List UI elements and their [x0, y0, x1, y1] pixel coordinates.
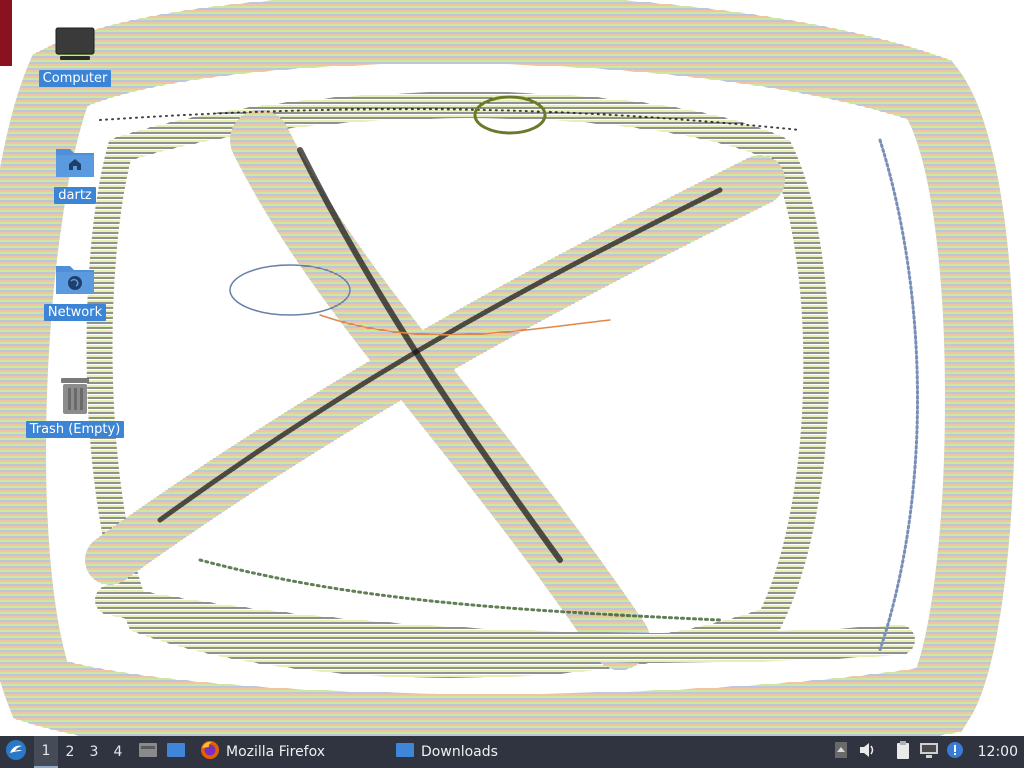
lubuntu-logo-icon	[5, 739, 27, 765]
show-desktop-icon	[138, 741, 158, 763]
desktop-icon-label: Network	[43, 304, 107, 321]
trash-icon	[51, 371, 99, 419]
network-button[interactable]	[916, 736, 942, 768]
desktop-icon-trash[interactable]: Trash (Empty)	[25, 371, 125, 438]
desktop-icon-computer[interactable]: Computer	[25, 20, 125, 87]
desktop-icon-network[interactable]: Network	[25, 254, 125, 321]
clock[interactable]: 12:00	[968, 744, 1024, 760]
glitched-wallpaper	[0, 0, 1015, 736]
desktop-icon-label: Trash (Empty)	[25, 421, 125, 438]
volume-icon	[858, 742, 876, 762]
workspace-switcher: 1 2 3 4	[34, 736, 130, 768]
folder-icon	[166, 741, 186, 763]
task-label: Mozilla Firefox	[226, 744, 326, 760]
workspace-2[interactable]: 2	[58, 736, 82, 768]
task-label: Downloads	[421, 744, 498, 760]
chevron-up-icon	[834, 741, 848, 763]
firefox-icon	[200, 740, 220, 764]
file-manager-launcher[interactable]	[162, 736, 190, 768]
system-tray: 12:00	[828, 736, 1024, 768]
updates-button[interactable]	[942, 736, 968, 768]
computer-icon	[51, 20, 99, 68]
taskbar: 1 2 3 4 Mozilla Firefox Downloads 12:00	[0, 736, 1024, 768]
start-menu-button[interactable]	[0, 736, 32, 768]
tray-arrow-button[interactable]	[828, 736, 854, 768]
network-wired-icon	[919, 741, 939, 763]
clipboard-button[interactable]	[890, 736, 916, 768]
update-notification-icon	[946, 741, 964, 763]
workspace-4[interactable]: 4	[106, 736, 130, 768]
window-edge	[0, 0, 12, 66]
show-desktop-button[interactable]	[134, 736, 162, 768]
workspace-3[interactable]: 3	[82, 736, 106, 768]
desktop-icon-home[interactable]: dartz	[25, 137, 125, 204]
desktop[interactable]: Computer dartz Network Trash (Empty)	[0, 0, 1024, 736]
clipboard-icon	[895, 740, 911, 764]
home-folder-icon	[51, 137, 99, 185]
network-folder-icon	[51, 254, 99, 302]
volume-button[interactable]	[854, 736, 880, 768]
desktop-icon-label: dartz	[54, 187, 96, 204]
workspace-1[interactable]: 1	[34, 736, 58, 768]
folder-icon	[395, 741, 415, 763]
desktop-icon-label: Computer	[38, 70, 112, 87]
task-downloads[interactable]: Downloads	[389, 736, 504, 768]
task-firefox[interactable]: Mozilla Firefox	[194, 736, 331, 768]
